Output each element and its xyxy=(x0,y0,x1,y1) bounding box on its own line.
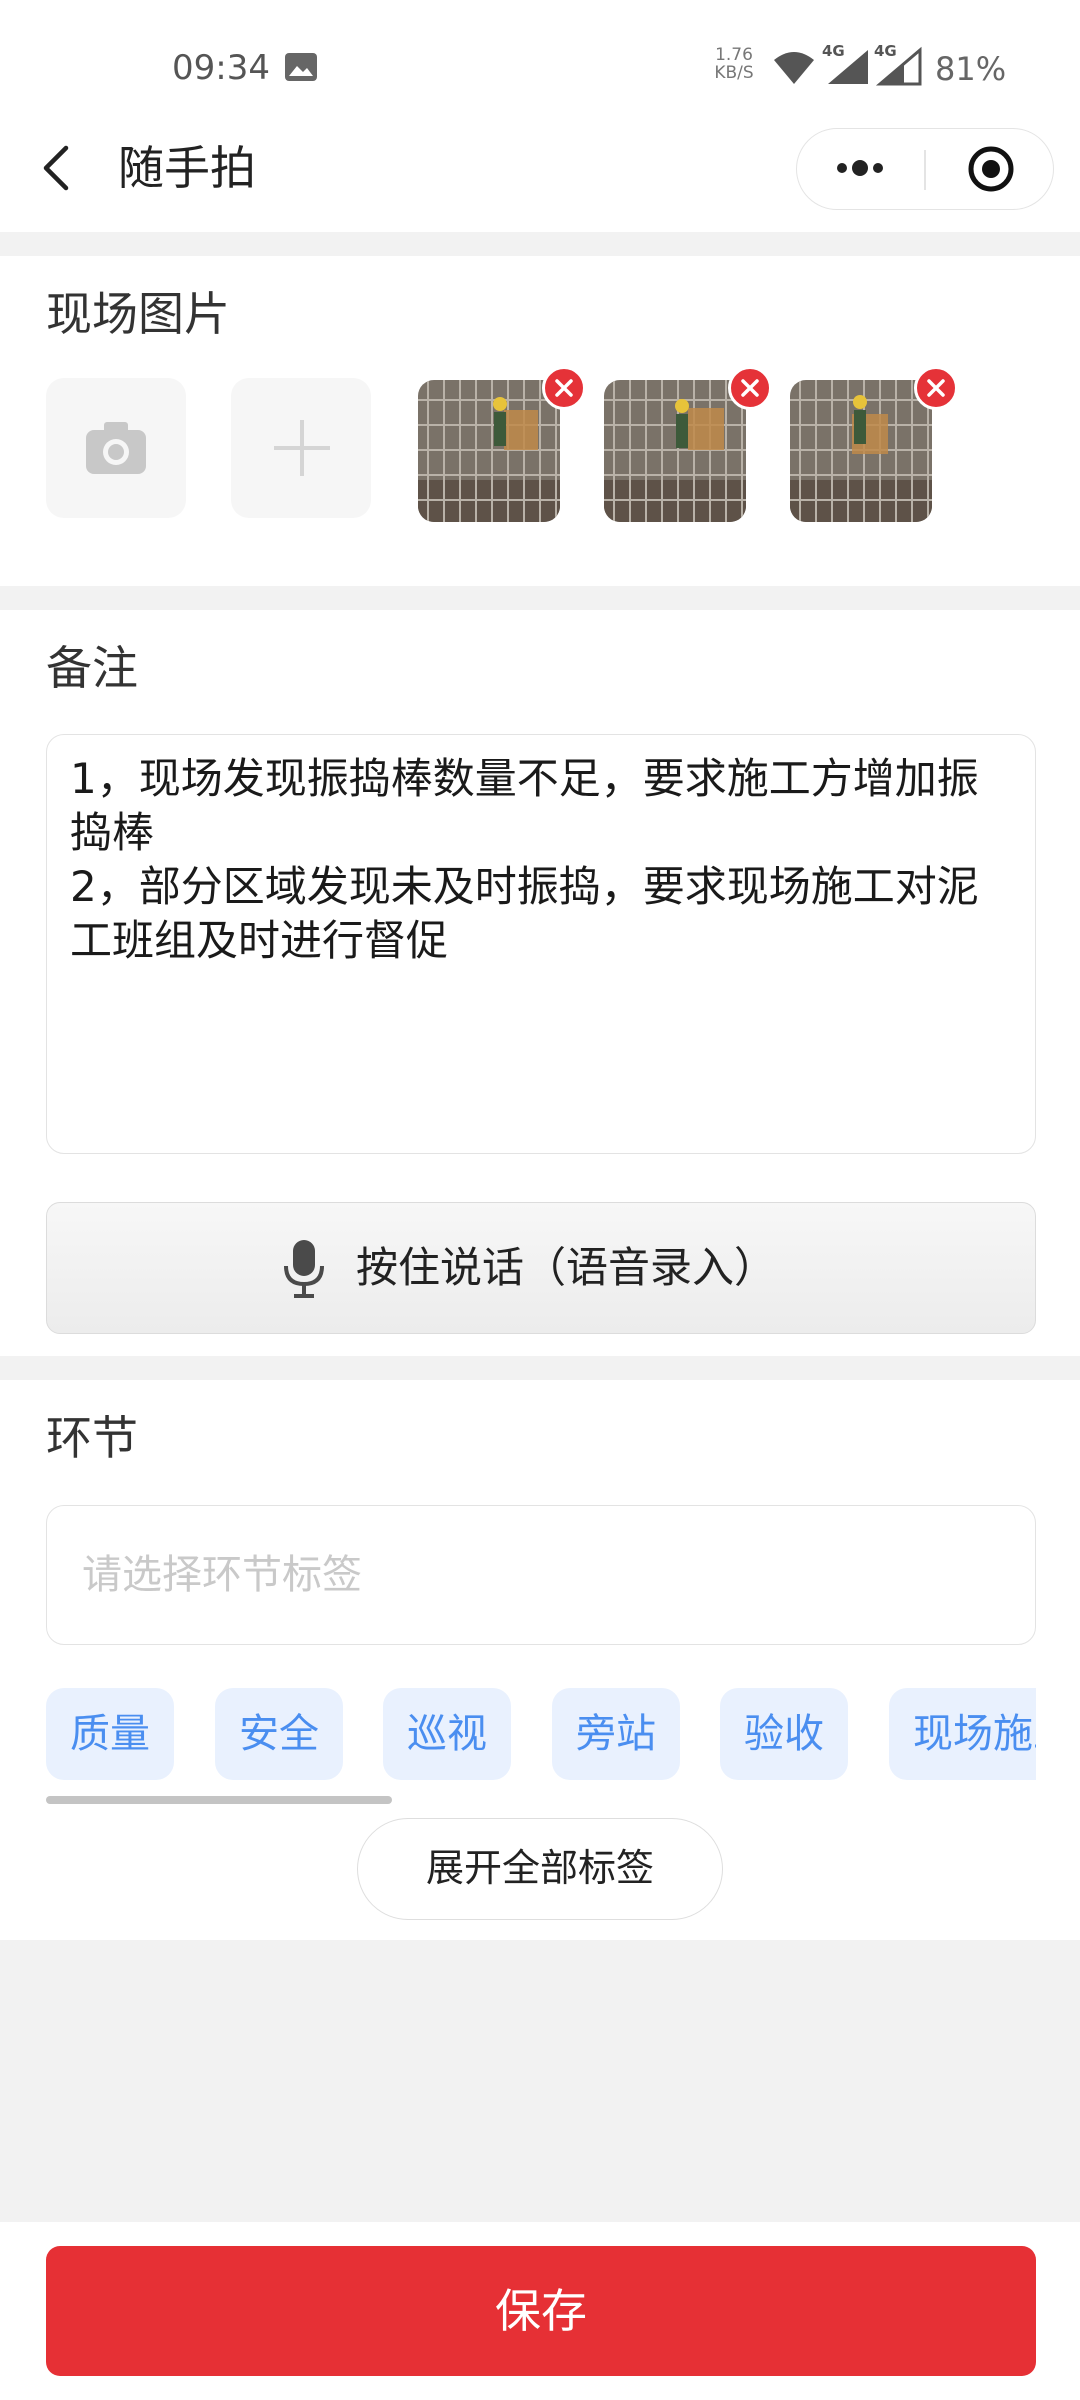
delete-photo-button[interactable] xyxy=(542,366,586,410)
signal-label: 4G xyxy=(822,42,845,60)
stage-tag-list[interactable]: 质量 安全 巡视 旁站 验收 现场施工 xyxy=(46,1688,1036,1780)
tag-site-construction[interactable]: 现场施工 xyxy=(889,1688,1036,1780)
notes-text: 1，现场发现振捣棒数量不足，要求施工方增加振捣棒 2，部分区域发现未及时振捣，要… xyxy=(70,754,979,965)
save-button[interactable]: 保存 xyxy=(46,2246,1036,2376)
network-rate-value: 1.76 xyxy=(715,45,753,65)
tag-safety[interactable]: 安全 xyxy=(215,1688,343,1780)
capsule-divider xyxy=(924,150,926,190)
tag-acceptance[interactable]: 验收 xyxy=(720,1688,848,1780)
status-time: 09:34 xyxy=(172,48,270,88)
battery-level: 81% xyxy=(935,50,1007,88)
close-miniprogram-icon[interactable] xyxy=(966,144,1016,194)
stage-placeholder: 请选择环节标签 xyxy=(82,1552,362,1598)
notes-title: 备注 xyxy=(46,641,138,695)
back-arrow-icon[interactable] xyxy=(36,144,80,192)
wifi-icon xyxy=(772,50,816,86)
plus-icon xyxy=(266,412,338,484)
tag-supervision[interactable]: 旁站 xyxy=(552,1688,680,1780)
more-icon[interactable] xyxy=(830,154,890,182)
voice-button-label: 按住说话（语音录入） xyxy=(356,1243,777,1292)
delete-photo-button[interactable] xyxy=(914,366,958,410)
photo-thumbnail[interactable] xyxy=(604,380,746,522)
tag-quality[interactable]: 质量 xyxy=(46,1688,174,1780)
stage-title: 环节 xyxy=(46,1411,138,1465)
tag-scroll-indicator xyxy=(46,1796,392,1804)
tag-patrol[interactable]: 巡视 xyxy=(383,1688,511,1780)
network-rate: 1.76 KB/S xyxy=(712,46,756,82)
image-notification-icon xyxy=(284,52,318,82)
photo-thumbnail[interactable] xyxy=(418,380,560,522)
network-rate-unit: KB/S xyxy=(714,63,754,83)
page-title: 随手拍 xyxy=(118,141,256,195)
delete-photo-button[interactable] xyxy=(728,366,772,410)
camera-icon xyxy=(80,412,152,484)
expand-tags-button[interactable]: 展开全部标签 xyxy=(357,1818,723,1920)
photos-title: 现场图片 xyxy=(46,287,230,341)
signal-label: 4G xyxy=(874,42,897,60)
microphone-icon xyxy=(282,1238,326,1300)
signal-icon: 4G xyxy=(822,42,874,86)
signal-icon: 4G xyxy=(874,42,926,86)
photo-thumbnail[interactable] xyxy=(790,380,932,522)
